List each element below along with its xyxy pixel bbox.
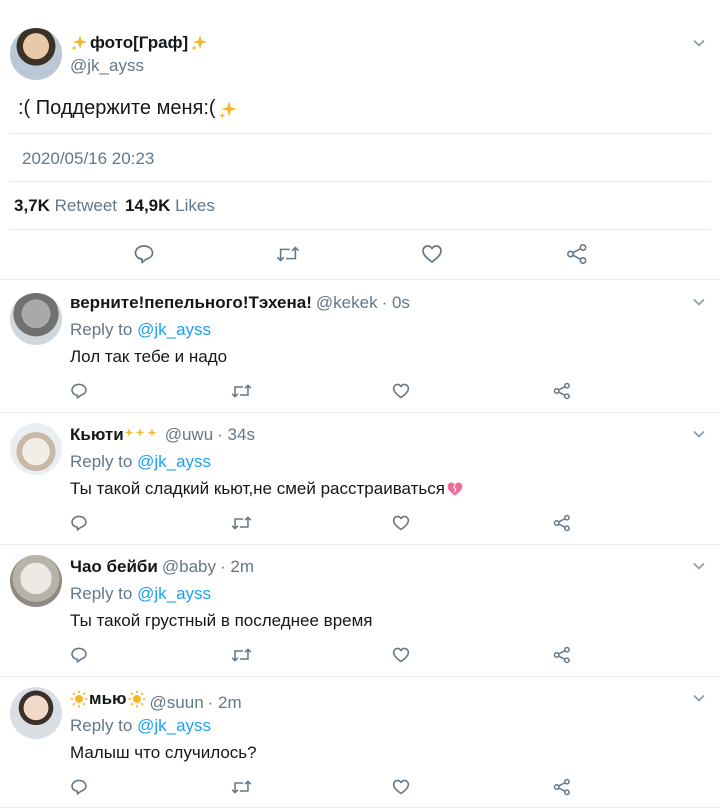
retweet-stat[interactable]: 3,7K Retweet (14, 196, 117, 216)
main-tweet: фото[Граф] @jk_ayss :( Поддержите меня:(… (0, 0, 720, 280)
like-icon[interactable] (389, 775, 413, 799)
retweet-count: 3,7K (14, 196, 50, 215)
avatar[interactable] (10, 555, 62, 607)
avatar[interactable] (10, 28, 62, 80)
reply-author-name-text: Кьюти (70, 425, 124, 444)
author-name[interactable]: фото[Граф] (70, 33, 208, 53)
reply-header: верните!пепельного!Тэхена! @kekek · 0s (70, 293, 410, 313)
reply-time: · 2m (220, 557, 254, 576)
chevron-down-icon[interactable] (692, 559, 706, 573)
author-name-text: фото[Граф] (90, 33, 189, 52)
tweet-stats: 3,7K Retweet 14,9K Likes (14, 196, 215, 216)
retweet-icon[interactable] (229, 379, 253, 403)
author-handle[interactable]: @jk_ayss (70, 56, 144, 76)
divider (10, 133, 710, 134)
reply-to-link[interactable]: @jk_ayss (137, 452, 211, 471)
reply-to-line: Reply to @jk_ayss (70, 716, 211, 736)
sparkles-icon (70, 34, 88, 52)
retweet-icon[interactable] (229, 775, 253, 799)
chevron-down-icon[interactable] (692, 691, 706, 705)
share-icon[interactable] (550, 643, 574, 667)
share-icon[interactable] (550, 379, 574, 403)
broken-heart-icon (446, 480, 464, 498)
sun-icon (128, 690, 146, 708)
reply-tweet[interactable]: мью @suun · 2m Reply to @jk_ayss Малыш ч… (0, 677, 720, 808)
reply-time: · 34s (217, 425, 255, 444)
share-icon[interactable] (550, 775, 574, 799)
tweet-text: :( Поддержите меня:( (18, 97, 237, 120)
reply-icon[interactable] (67, 643, 91, 667)
reply-to-line: Reply to @jk_ayss (70, 452, 211, 472)
retweet-icon[interactable] (229, 643, 253, 667)
retweet-label: Retweet (54, 196, 118, 215)
reply-author-name[interactable]: верните!пепельного!Тэхена! (70, 293, 312, 313)
reply-author-name[interactable]: мью (70, 689, 146, 709)
reply-to-prefix: Reply to (70, 320, 133, 339)
divider (10, 229, 710, 230)
reply-author-handle[interactable]: @uwu (165, 425, 213, 445)
reply-to-link[interactable]: @jk_ayss (137, 584, 211, 603)
reply-header: Чао бейби @baby · 2m (70, 557, 254, 577)
reply-to-line: Reply to @jk_ayss (70, 584, 211, 604)
reply-actions (0, 645, 720, 665)
reply-author-handle[interactable]: @baby (162, 557, 216, 577)
likes-count: 14,9K (125, 196, 171, 215)
reply-icon[interactable] (67, 511, 91, 535)
chevron-down-icon[interactable] (692, 295, 706, 309)
reply-time: · 2m (207, 693, 242, 712)
sparkles-icon (124, 426, 161, 444)
share-icon[interactable] (565, 242, 589, 266)
reply-text: Лол так тебе и надо (70, 347, 228, 366)
avatar[interactable] (10, 423, 62, 475)
tweet-date[interactable]: 2020/05/16 20:23 (22, 149, 154, 169)
tweet-actions (0, 240, 720, 270)
tweet-text-content: :( Поддержите меня:( (18, 97, 216, 119)
reply-time: · 0s (381, 293, 410, 312)
reply-to-prefix: Reply to (70, 584, 133, 603)
reply-to-link[interactable]: @jk_ayss (137, 716, 211, 735)
reply-icon[interactable] (67, 379, 91, 403)
reply-author-handle[interactable]: @kekek (316, 293, 378, 313)
reply-icon[interactable] (132, 242, 156, 266)
reply-to-link[interactable]: @jk_ayss (137, 320, 211, 339)
like-icon[interactable] (420, 242, 444, 266)
reply-text: Ты такой грустный в последнее время (70, 611, 373, 630)
reply-tweet[interactable]: Чао бейби @baby · 2m Reply to @jk_ayss Т… (0, 545, 720, 677)
reply-actions (0, 381, 720, 401)
sun-icon (70, 690, 88, 708)
retweet-icon[interactable] (229, 511, 253, 535)
share-icon[interactable] (550, 511, 574, 535)
likes-label: Likes (175, 196, 215, 215)
reply-text: Ты такой сладкий кьют,не смей расстраива… (70, 479, 464, 499)
reply-author-name[interactable]: Кьюти (70, 425, 161, 445)
reply-tweet[interactable]: Кьюти @uwu · 34s Reply to @jk_ayss Ты та… (0, 413, 720, 545)
reply-header: Кьюти @uwu · 34s (70, 425, 255, 445)
like-icon[interactable] (389, 379, 413, 403)
reply-to-prefix: Reply to (70, 452, 133, 471)
retweet-icon[interactable] (276, 242, 300, 266)
likes-stat[interactable]: 14,9K Likes (125, 196, 215, 216)
like-icon[interactable] (389, 643, 413, 667)
reply-author-name[interactable]: Чао бейби (70, 557, 158, 577)
reply-to-prefix: Reply to (70, 716, 133, 735)
reply-header: мью @suun · 2m (70, 689, 242, 713)
reply-author-name-text: мью (89, 689, 127, 708)
reply-icon[interactable] (67, 775, 91, 799)
reply-tweet[interactable]: верните!пепельного!Тэхена! @kekek · 0s R… (0, 281, 720, 413)
sparkles-icon (218, 100, 237, 119)
reply-text-content: Ты такой сладкий кьют,не смей расстраива… (70, 479, 445, 498)
avatar[interactable] (10, 293, 62, 345)
divider (10, 181, 710, 182)
reply-to-line: Reply to @jk_ayss (70, 320, 211, 340)
avatar[interactable] (10, 687, 62, 739)
reply-actions (0, 513, 720, 533)
reply-actions (0, 777, 720, 797)
sparkles-icon (190, 34, 208, 52)
chevron-down-icon[interactable] (692, 36, 706, 50)
like-icon[interactable] (389, 511, 413, 535)
chevron-down-icon[interactable] (692, 427, 706, 441)
reply-author-handle[interactable]: @suun (150, 693, 204, 713)
reply-text: Малыш что случилось? (70, 743, 257, 762)
